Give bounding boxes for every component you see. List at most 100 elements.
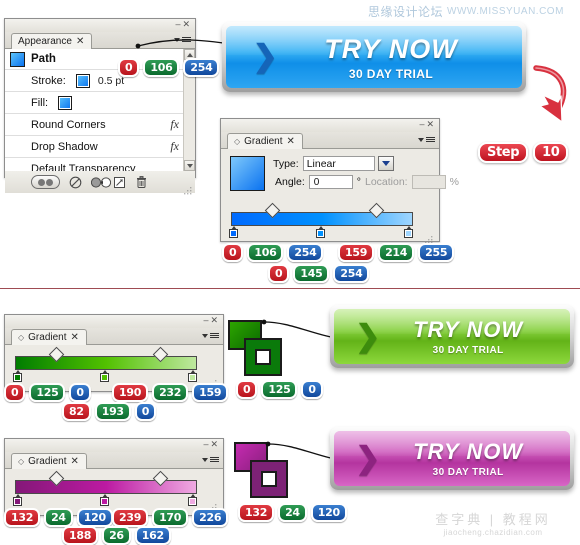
resize-grip-icon[interactable] [209,499,217,512]
gradient-purple-titlebar[interactable]: –✕ [5,439,223,452]
gradient-bar[interactable] [15,480,197,494]
stroke-color-swatch[interactable] [75,73,90,88]
fx-icon[interactable]: fx [170,139,179,154]
rgb-red-value: 0 [268,264,290,283]
path-swatch[interactable] [10,51,25,67]
tab-gradient-blue[interactable]: ◇ Gradient ✕ [227,133,303,149]
gradient-tab-icon: ◇ [18,457,25,466]
gradient-stop-start[interactable] [13,370,22,382]
gradient-stop-end[interactable] [404,226,413,238]
gradient-stop-end[interactable] [188,494,197,506]
purple-button-text: TRY NOW 30 DAY TRIAL [380,439,570,478]
tab-appearance[interactable]: Appearance ✕ [11,33,93,49]
location-input[interactable] [411,175,446,189]
gradient-bar[interactable] [231,212,413,226]
gradient-purple-tabrow[interactable]: ◇ Gradient ✕ [5,452,223,469]
gradient-panel-blue[interactable]: –✕ ◇ Gradient ✕ Type: Linear Angle: 0 ° … [220,118,459,244]
tab-appearance-label: Appearance [18,36,72,47]
gradient-green-tabrow[interactable]: ◇ Gradient ✕ [5,328,223,345]
tab-close-icon[interactable]: ✕ [71,332,79,343]
gradient-bar[interactable] [15,356,197,370]
watermark-bottom: 查字典 | 教程网 jiaocheng.chazidian.com [408,508,578,538]
close-icon[interactable]: ✕ [426,119,436,129]
gradient-stop-middle[interactable] [100,370,109,382]
duplicate-circles-icon[interactable] [91,176,111,189]
blue-button-face[interactable]: ❯ TRY NOW 30 DAY TRIAL [226,26,522,88]
gradient-blue-controls: Type: Linear Angle: 0 ° Location: % [221,149,459,193]
resize-grip-icon[interactable] [425,231,433,244]
hamburger-icon [426,137,435,142]
gradient-stop-middle[interactable] [100,494,109,506]
gradient-purple-slider[interactable] [13,470,217,512]
tab-close-icon[interactable]: ✕ [71,456,79,467]
trash-icon[interactable] [135,175,148,189]
no-entry-icon[interactable] [69,176,82,189]
gradient-preview-swatch[interactable] [230,156,265,191]
gradient-tab-icon: ◇ [234,137,241,146]
close-icon[interactable]: ✕ [210,439,220,449]
hamburger-icon [210,457,219,462]
gradient-panel-purple[interactable]: –✕ ◇ Gradient ✕ [4,438,224,516]
gradient-blue-panel-menu-icon[interactable] [418,133,435,146]
type-select[interactable]: Linear [302,156,375,171]
appearance-window-buttons[interactable]: –✕ [175,19,192,30]
green-button-face[interactable]: ❯ TRY NOW 30 DAY TRIAL [334,309,570,364]
green-try-now-button[interactable]: ❯ TRY NOW 30 DAY TRIAL [330,305,574,368]
resize-grip-icon[interactable] [184,182,192,195]
close-icon[interactable]: ✕ [182,19,192,29]
gradient-blue-body: Type: Linear Angle: 0 ° Location: % [221,149,459,244]
gradient-green-window-buttons[interactable]: –✕ [203,315,220,326]
gradient-panel-green[interactable]: –✕ ◇ Gradient ✕ [4,314,224,392]
tab-close-icon[interactable]: ✕ [76,36,84,47]
gradient-stop-end[interactable] [188,370,197,382]
gradient-blue-window-buttons[interactable]: –✕ [419,119,436,130]
angle-input[interactable]: 0 [308,175,353,189]
watermark-bottom-cn: 查字典 | 教程网 [435,512,551,527]
appearance-titlebar[interactable]: –✕ [5,19,195,32]
close-icon[interactable]: ✕ [210,315,220,325]
tab-gradient-blue-label: Gradient [244,136,283,147]
gradient-green-titlebar[interactable]: –✕ [5,315,223,328]
gradient-blue-slider[interactable] [229,202,433,244]
tab-gradient-purple[interactable]: ◇ Gradient ✕ [11,453,87,469]
gradient-blue-rgb-mid: 0 145 254 [268,264,370,283]
rgb-blue-value: 0 [134,402,157,421]
resize-grip-icon[interactable] [209,375,217,388]
gradient-green-panel-menu-icon[interactable] [202,329,219,342]
rgb-green-value: 193 [94,402,131,421]
fill-color-swatch[interactable] [58,95,73,110]
tab-gradient-green[interactable]: ◇ Gradient ✕ [11,329,87,345]
appearance-stroke-rgb: 0 106 254 [118,58,220,77]
gradient-stop-start[interactable] [13,494,22,506]
watermark-bottom-en: jiaocheng.chazidian.com [443,528,543,537]
type-select-chevron-down-icon[interactable] [377,156,394,171]
toggle-pill-icon[interactable] [31,175,60,189]
gradient-blue-tabrow[interactable]: ◇ Gradient ✕ [221,132,439,149]
gradient-stop-middle[interactable] [316,226,325,238]
new-item-icon[interactable] [113,176,126,189]
appearance-row-round-corners[interactable]: Round Corners fx [5,114,195,136]
appearance-row-drop-shadow[interactable]: Drop Shadow fx [5,136,195,158]
gradient-blue-titlebar[interactable]: –✕ [221,119,439,132]
purple-try-now-button[interactable]: ❯ TRY NOW 30 DAY TRIAL [330,427,574,490]
appearance-footer-toolbar[interactable] [5,171,195,195]
rgb-green-value: 106 [143,58,180,77]
watermark-top-cn: 思缘设计论坛 [368,4,444,19]
rgb-green-value: 232 [152,383,189,402]
gradient-stop-start[interactable] [229,226,238,238]
gradient-purple-rgb-left: 132 24 120 [4,508,113,527]
blue-try-now-button[interactable]: ❯ TRY NOW 30 DAY TRIAL [222,22,526,92]
gradient-green-rgb-right: 190 232 159 [112,383,229,402]
gradient-purple-rgb-mid: 188 26 162 [62,526,171,545]
rgb-blue-value: 226 [192,508,229,527]
fx-icon[interactable]: fx [170,117,179,132]
watermark-top: 思缘设计论坛 WWW.MISSYUAN.COM [368,2,576,20]
purple-button-face[interactable]: ❯ TRY NOW 30 DAY TRIAL [334,431,570,486]
gradient-purple-window-buttons[interactable]: –✕ [203,439,220,450]
tab-close-icon[interactable]: ✕ [287,136,295,147]
appearance-row-fill[interactable]: Fill: [5,92,195,114]
gradient-blue-rgb-left: 0 106 254 [222,243,324,262]
gradient-purple-panel-menu-icon[interactable] [202,453,219,466]
gradient-green-slider[interactable] [13,346,217,388]
scroll-down-arrow-icon[interactable] [184,160,195,171]
